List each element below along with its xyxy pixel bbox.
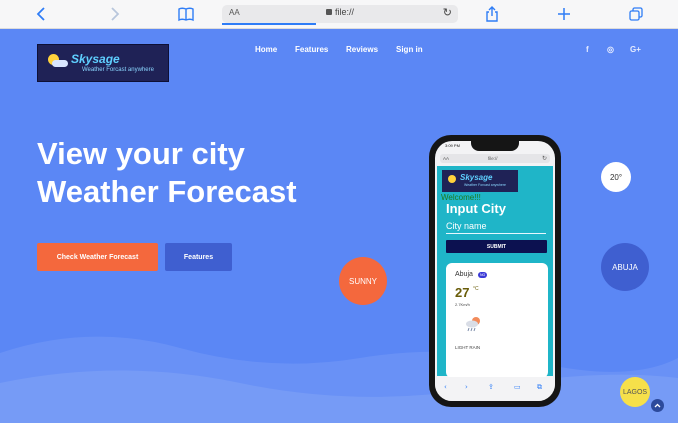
reload-icon[interactable]: ↻ [443, 6, 452, 19]
nav-home[interactable]: Home [255, 45, 277, 54]
rain-icon [466, 317, 480, 332]
phone-notch [471, 141, 519, 151]
scroll-top-button[interactable] [651, 399, 664, 412]
share-icon[interactable] [483, 5, 501, 23]
phone-screen: 3:09 PM AA file:// ↻ Skysage Weather For… [435, 141, 555, 401]
address-bar[interactable]: AA file:// ↻ [222, 5, 458, 25]
abuja-bubble: ABUJA [601, 243, 649, 291]
weather-card: Abuja NG 27 °C 2.7Km/h LIGHT RAIN [446, 263, 548, 378]
temperature-bubble: 20° [601, 162, 631, 192]
load-progress-bar [222, 23, 316, 25]
background-waves [0, 336, 678, 423]
text-size-button[interactable]: AA [229, 8, 240, 17]
nav-features[interactable]: Features [295, 45, 328, 54]
sunny-bubble: SUNNY [339, 257, 387, 305]
phone-app: Skysage Weather Forcast anywhere Welcome… [437, 166, 553, 378]
nav-reviews[interactable]: Reviews [346, 45, 378, 54]
phone-logo-name: Skysage [460, 173, 493, 182]
card-city: Abuja [455, 271, 473, 278]
card-wind: 2.7Km/h [455, 302, 470, 307]
check-weather-button[interactable]: Check Weather Forecast [37, 243, 158, 271]
url-text: file:// [326, 7, 354, 17]
city-name-field[interactable]: City name [446, 221, 546, 234]
lock-icon [326, 9, 332, 15]
phone-bookmarks-icon: ▭ [514, 383, 521, 391]
phone-sun-icon [448, 175, 456, 183]
forward-icon[interactable] [105, 5, 123, 23]
instagram-icon[interactable]: ◎ [607, 45, 614, 54]
browser-toolbar: AA file:// ↻ [0, 0, 678, 29]
features-button[interactable]: Features [165, 243, 232, 271]
hero-title-line-1: View your city [37, 136, 245, 171]
site-logo[interactable]: Skysage Weather Forcast anywhere [37, 44, 169, 82]
chevron-up-icon [654, 403, 661, 408]
input-city-heading: Input City [446, 201, 506, 216]
logo-tagline: Weather Forcast anywhere [82, 67, 154, 73]
phone-tabs-icon: ⧉ [537, 383, 542, 391]
phone-text-size-icon: AA [443, 155, 450, 161]
logo-name: Skysage [71, 52, 120, 66]
phone-mockup: 3:09 PM AA file:// ↻ Skysage Weather For… [429, 135, 561, 407]
cloud-icon [52, 60, 68, 67]
card-temperature-unit: °C [473, 286, 479, 292]
google-plus-icon[interactable]: G+ [630, 45, 641, 54]
phone-logo: Skysage Weather Forcast anywhere [442, 170, 518, 192]
card-description: LIGHT RAIN [455, 345, 481, 350]
phone-status-time: 3:09 PM [445, 143, 460, 148]
phone-address-bar: AA file:// ↻ [440, 154, 550, 163]
hero-title-line-2: Weather Forecast [37, 174, 297, 209]
phone-url: file:// [488, 155, 498, 161]
lagos-bubble: LAGOS [620, 377, 650, 407]
bookmarks-icon[interactable] [177, 5, 195, 23]
nav-sign-in[interactable]: Sign in [396, 45, 423, 54]
phone-browser-toolbar: ‹ › ⇪ ▭ ⧉ [435, 377, 555, 401]
new-tab-icon[interactable] [555, 5, 573, 23]
phone-share-icon: ⇪ [488, 383, 494, 391]
url-label: file:// [335, 7, 355, 17]
phone-forward-icon: › [465, 383, 468, 391]
submit-button[interactable]: SUBMIT [446, 240, 547, 253]
country-badge: NG [478, 272, 488, 278]
phone-back-icon: ‹ [444, 383, 447, 391]
card-temperature: 27 [455, 285, 470, 300]
back-icon[interactable] [33, 5, 51, 23]
tabs-icon[interactable] [627, 5, 645, 23]
phone-logo-tagline: Weather Forcast anywhere [464, 183, 506, 187]
phone-reload-icon: ↻ [541, 155, 547, 162]
facebook-icon[interactable]: f [586, 45, 589, 54]
